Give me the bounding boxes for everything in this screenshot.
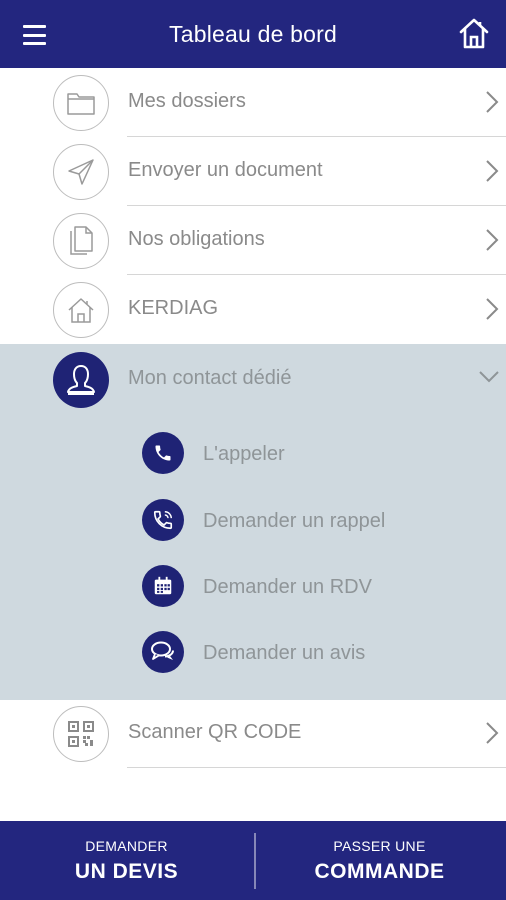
qr-code-icon [53,706,109,762]
home-icon[interactable] [458,16,490,50]
avis-action[interactable]: Demander un avis [142,631,502,675]
rdv-action[interactable]: Demander un RDV [142,565,502,609]
chevron-right-icon [486,722,499,744]
menu-item-envoyer-document[interactable]: Envoyer un document [0,137,506,206]
send-icon [53,144,109,200]
menu-item-scanner-qr[interactable]: Scanner QR CODE [0,699,506,768]
page-title: Tableau de bord [169,20,337,47]
callback-action[interactable]: Demander un rappel [142,499,502,543]
chat-icon [142,631,184,673]
menu-item-mes-dossiers[interactable]: Mes dossiers [0,68,506,137]
call-action[interactable]: L'appeler [142,432,502,476]
chevron-right-icon [486,229,499,251]
bottom-action-bar: DEMANDER UN DEVIS PASSER UNE COMMANDE [0,821,506,900]
chevron-down-icon[interactable] [478,370,500,384]
top-bar: Tableau de bord [0,0,506,68]
quote-button-label: UN DEVIS [74,859,179,883]
contact-panel: Mon contact dédié L'appeler Demander un … [0,344,506,700]
call-action-label: L'appeler [203,443,285,465]
order-button[interactable]: PASSER UNE COMMANDE [253,821,506,900]
chevron-right-icon [486,160,499,182]
menu-item-label: Mes dossiers [128,90,246,112]
rdv-action-label: Demander un RDV [203,576,372,598]
folder-icon [53,75,109,131]
quote-button[interactable]: DEMANDER UN DEVIS [0,821,253,900]
menu-item-kerdiag[interactable]: KERDIAG [0,275,506,344]
callback-action-label: Demander un rappel [203,510,386,532]
house-icon [53,282,109,338]
divider [254,833,256,889]
avis-action-label: Demander un avis [203,642,366,664]
hamburger-icon[interactable] [18,22,52,48]
quote-button-small-label: DEMANDER [85,837,168,854]
menu-item-label: Nos obligations [128,228,265,250]
calendar-icon [142,565,184,607]
callback-icon [142,499,184,541]
order-button-label: COMMANDE [314,859,445,883]
chevron-right-icon [486,298,499,320]
contact-label[interactable]: Mon contact dédié [128,367,291,390]
order-button-small-label: PASSER UNE [333,837,426,854]
user-icon[interactable] [53,352,109,408]
divider [127,766,506,768]
menu-item-label: Envoyer un document [128,159,323,181]
chevron-right-icon [486,91,499,113]
documents-icon [53,213,109,269]
menu-item-nos-obligations[interactable]: Nos obligations [0,206,506,275]
menu-item-label: KERDIAG [128,297,219,319]
phone-icon [142,432,184,474]
menu-item-label: Scanner QR CODE [128,721,302,743]
